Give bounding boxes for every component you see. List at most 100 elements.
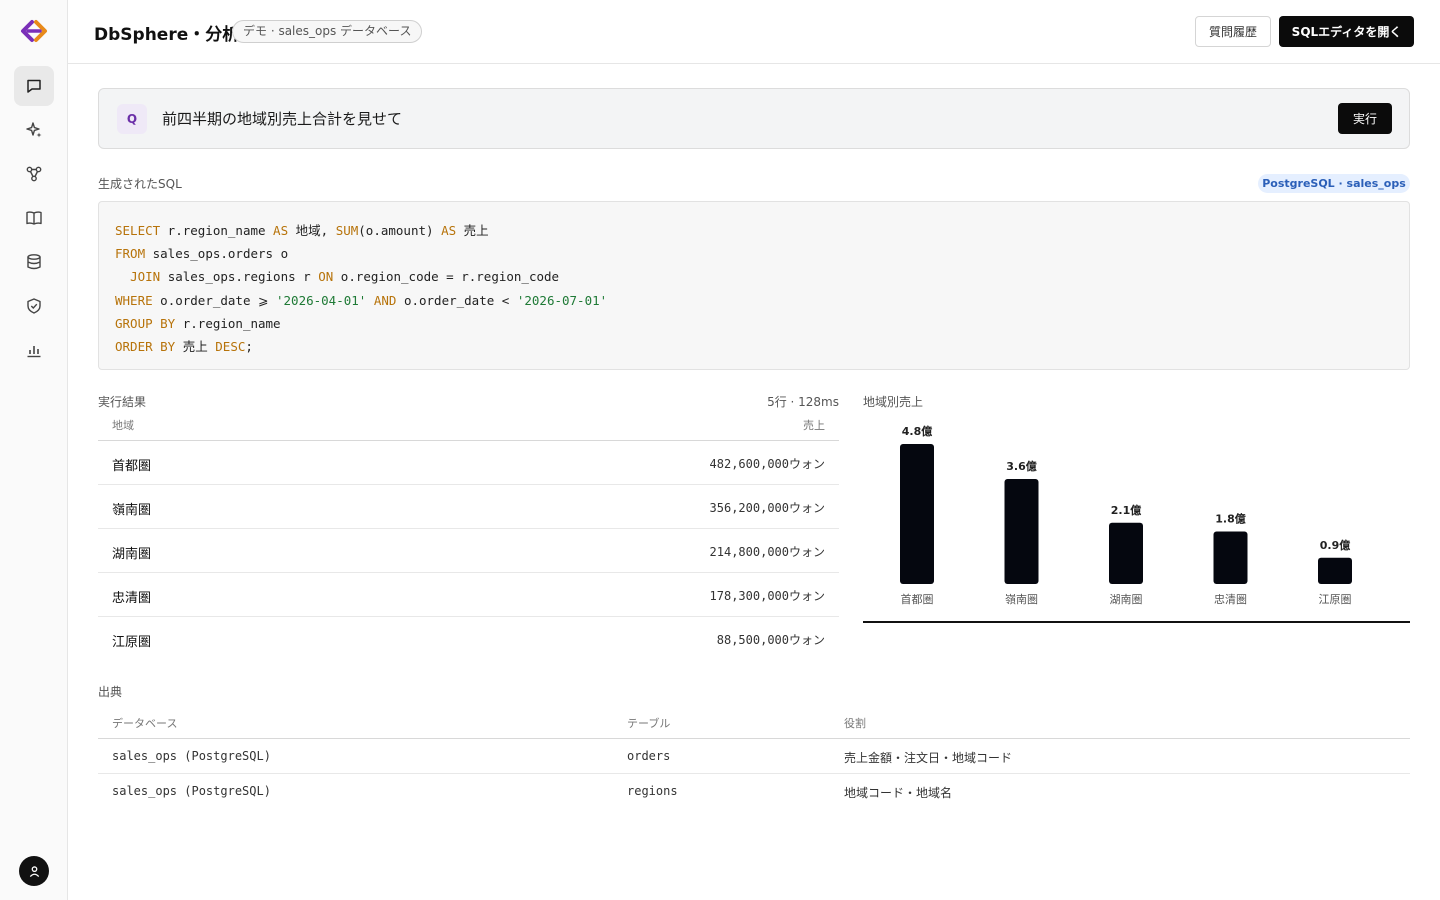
cell-sales: 88,500,000ウォン — [716, 633, 825, 647]
table-row: sales_ops (PostgreSQL) orders 売上金額・注文日・地… — [98, 739, 1410, 774]
sql-code-block[interactable]: SELECT r.region_name AS 地域, SUM(o.amount… — [98, 201, 1410, 370]
run-button[interactable]: 実行 — [1338, 103, 1392, 134]
nav-security[interactable] — [14, 286, 54, 326]
dbsphere-logo[interactable] — [19, 18, 49, 44]
sql-keyword: AS — [441, 223, 457, 238]
chat-icon — [27, 79, 41, 93]
nav-chat[interactable] — [14, 66, 54, 106]
table-row: 首都圏 482,600,000ウォン — [98, 441, 839, 485]
column-header-region[interactable]: 地域 — [112, 417, 134, 433]
sql-line: ORDER BY 売上 DESC; — [115, 335, 1393, 358]
table-row: 嶺南圏 356,200,000ウォン — [98, 485, 839, 529]
chart-bar — [1109, 522, 1143, 584]
chart-icon — [27, 346, 41, 358]
cell-sales: 178,300,000ウォン — [709, 589, 825, 603]
chart-data-label: 1.8億 — [1215, 512, 1246, 526]
cell-sales: 356,200,000ウォン — [709, 501, 825, 515]
sql-string: '2026-07-01' — [516, 292, 608, 308]
sql-line: WHERE o.order_date ⩾ '2026-04-01' AND o.… — [115, 289, 1393, 312]
sql-token: sales_ops.orders o — [145, 246, 289, 262]
chart-data-label: 2.1億 — [1111, 503, 1142, 517]
chart-data-label: 4.8億 — [902, 424, 933, 438]
query-text[interactable]: 前四半期の地域別売上合計を見せて — [162, 108, 402, 129]
chart-category-label: 首都圏 — [901, 592, 934, 606]
sql-token: (o.amount) — [358, 223, 442, 238]
table-row: 忠清圏 178,300,000ウォン — [98, 573, 839, 617]
chart-category-label: 忠清圏 — [1214, 593, 1247, 606]
book-icon — [26, 211, 42, 225]
results-table-header: 地域 売上 — [98, 410, 839, 441]
results-meta: 5行 · 128ms — [767, 395, 839, 409]
sql-section-label: 生成されたSQL — [98, 177, 182, 191]
sql-line: SELECT r.region_name AS 地域, SUM(o.amount… — [115, 219, 1393, 242]
cell-sales: 214,800,000ウォン — [709, 545, 825, 559]
sql-token: 売上 — [175, 338, 216, 354]
sql-line: FROM sales_ops.orders o — [115, 242, 1393, 265]
cell-table: orders — [627, 749, 671, 763]
sql-keyword: SELECT — [115, 223, 161, 238]
schema-icon — [26, 166, 42, 182]
query-box: Q 前四半期の地域別売上合計を見せて 実行 — [98, 88, 1410, 149]
chart-data-label: 3.6億 — [1006, 459, 1037, 473]
nav-docs[interactable] — [14, 198, 54, 238]
cell-role: 地域コード・地域名 — [844, 786, 953, 800]
cell-region: 首都圏 — [112, 459, 152, 474]
cell-region: 江原圏 — [112, 635, 152, 650]
table-row: sales_ops (PostgreSQL) regions 地域コード・地域名 — [98, 774, 1410, 809]
results-table: 地域 売上 首都圏 482,600,000ウォン 嶺南圏 356,200,000ウォ… — [98, 410, 839, 661]
column-header-sales[interactable]: 売上 — [803, 417, 825, 433]
user-avatar[interactable] — [19, 856, 49, 886]
column-header-database: データベース — [112, 717, 178, 730]
cell-database: sales_ops (PostgreSQL) — [112, 749, 271, 763]
sidebar — [0, 0, 68, 900]
chart-title: 地域別売上 — [863, 395, 924, 409]
chart-category-label: 嶺南圏 — [1005, 593, 1038, 606]
sql-keyword: FROM — [115, 246, 146, 262]
cell-role: 売上金額・注文日・地域コード — [844, 751, 1013, 765]
sql-token: o.order_date ⩾ — [152, 292, 276, 308]
user-icon — [29, 865, 39, 877]
sql-token: r.region_name — [175, 315, 281, 331]
open-sql-editor-button[interactable]: SQLエディタを開く — [1279, 16, 1414, 47]
sql-token: o.region_code = r.region_code — [333, 269, 560, 285]
sql-keyword: WHERE — [115, 292, 153, 308]
chart-category-label: 江原圏 — [1319, 593, 1352, 606]
header: DbSphere・分析 デモ · sales_ops データベース 質問履歴 S… — [68, 0, 1440, 64]
cell-sales: 482,600,000ウォン — [709, 457, 825, 471]
sources-table-header: データベース テーブル 役割 — [98, 705, 1410, 739]
question-history-button[interactable]: 質問履歴 — [1195, 16, 1271, 47]
chart-data-label: 0.9億 — [1320, 538, 1351, 552]
sources-label: 出典 — [98, 685, 123, 699]
query-badge: Q — [117, 104, 147, 134]
nav-schema[interactable] — [14, 154, 54, 194]
sql-string: '2026-04-01' — [276, 292, 367, 308]
nav-databases[interactable] — [14, 242, 54, 282]
database-badge: デモ · sales_ops データベース — [232, 20, 423, 43]
shield-icon — [27, 298, 41, 314]
page-title: DbSphere・分析 — [94, 25, 240, 45]
sql-keyword: GROUP BY — [115, 315, 176, 331]
nav-analytics[interactable] — [14, 330, 54, 370]
cell-table: regions — [627, 784, 678, 798]
chart-bar — [1318, 557, 1352, 584]
column-header-role: 役割 — [844, 717, 866, 730]
chart-bar — [900, 444, 934, 584]
sql-line: GROUP BY r.region_name — [115, 312, 1393, 335]
sql-token: o.order_date < — [396, 292, 517, 308]
sales-by-region-chart: 4.8億首都圏 3.6億嶺南圏 2.1億湖南圏 1.8億忠清圏 0.9億江原圏 — [863, 424, 1410, 623]
sql-engine-badge: PostgreSQL · sales_ops — [1258, 174, 1410, 193]
sql-keyword: ON — [318, 269, 334, 285]
chart-category-label: 湖南圏 — [1110, 593, 1143, 606]
sql-keyword: SUM — [335, 223, 359, 238]
sources-table: データベース テーブル 役割 sales_ops (PostgreSQL) or… — [98, 705, 1410, 809]
sql-line: JOIN sales_ops.regions r ON o.region_cod… — [115, 265, 1393, 288]
table-row: 湖南圏 214,800,000ウォン — [98, 529, 839, 573]
cell-region: 忠清圏 — [112, 591, 152, 606]
sparkle-icon — [26, 122, 42, 138]
cell-region: 湖南圏 — [112, 547, 152, 562]
sql-token: sales_ops.regions r — [160, 269, 319, 285]
nav-ai[interactable] — [14, 110, 54, 150]
sql-keyword: ORDER BY — [115, 338, 176, 354]
